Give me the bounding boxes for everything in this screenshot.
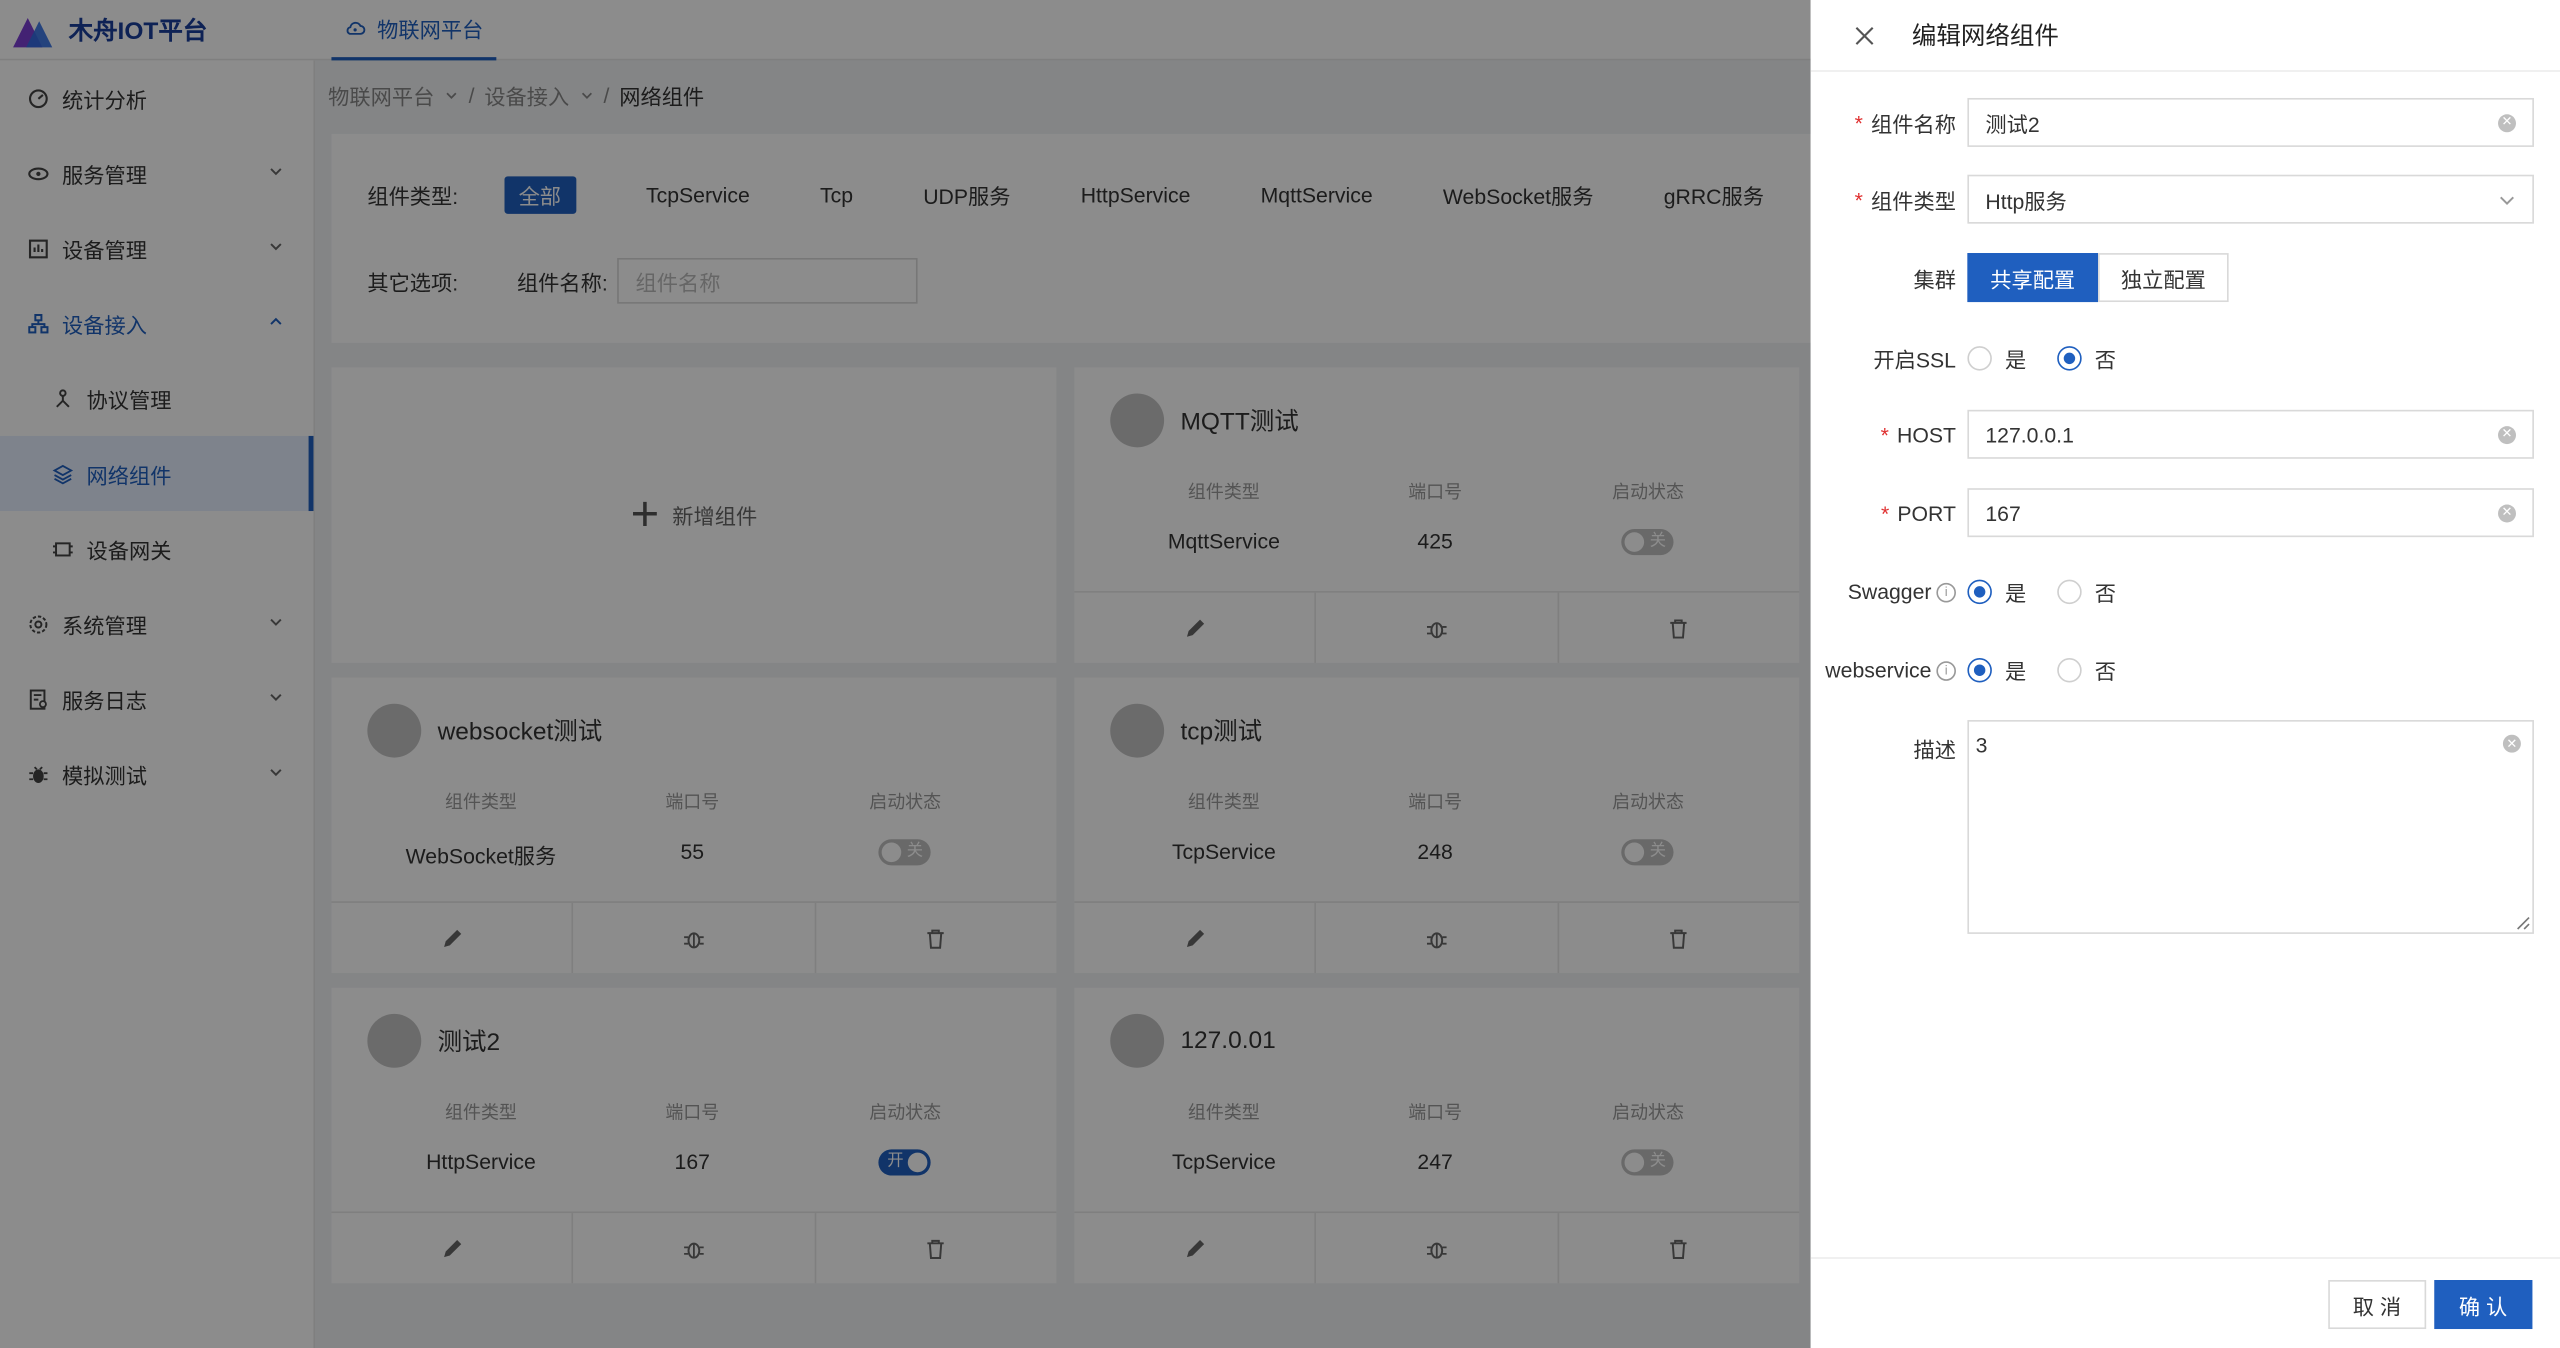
drawer-title: 编辑网络组件 xyxy=(1911,22,2059,51)
info-icon[interactable]: i xyxy=(1936,582,1956,602)
port-field-label: PORT xyxy=(1897,500,1956,525)
description-value: 3 xyxy=(1975,733,1988,758)
clear-icon[interactable]: ✕ xyxy=(2498,113,2516,132)
component-name-input[interactable]: 测试2 ✕ xyxy=(1967,97,2534,147)
cancel-button[interactable]: 取 消 xyxy=(2328,1280,2426,1330)
resize-handle-icon[interactable] xyxy=(2511,911,2531,931)
edit-drawer: 编辑网络组件 * 组件名称 测试2 ✕ * 组件类型 Http服务 集群 共享配置 … xyxy=(1810,0,2560,1348)
clear-icon[interactable]: ✕ xyxy=(2502,734,2521,753)
confirm-button[interactable]: 确 认 xyxy=(2434,1280,2532,1330)
webservice-field-label: webservice xyxy=(1825,657,1932,683)
swagger-no-radio[interactable]: 否 xyxy=(2057,576,2116,607)
component-name-value: 测试2 xyxy=(1985,111,2040,137)
cluster-field-label: 集群 xyxy=(1913,266,1956,292)
form-row-ssl: 开启SSL 是 否 xyxy=(1811,343,2560,374)
name-field-label: 组件名称 xyxy=(1871,111,1956,137)
close-icon[interactable] xyxy=(1853,24,1876,47)
component-type-select[interactable]: Http服务 xyxy=(1967,174,2534,224)
webservice-yes-radio[interactable]: 是 xyxy=(1967,655,2026,686)
radio-selected-icon xyxy=(2057,346,2082,371)
description-textarea[interactable]: 3 ✕ xyxy=(1967,720,2534,934)
form-row-cluster: 集群 共享配置 独立配置 xyxy=(1811,253,2560,303)
form-row-webservice: webservice i 是 否 xyxy=(1811,655,2560,686)
radio-icon xyxy=(1967,346,1992,371)
info-icon[interactable]: i xyxy=(1936,660,1956,681)
drawer-header: 编辑网络组件 xyxy=(1810,0,2560,72)
form-row-port: * PORT 167 ✕ xyxy=(1811,488,2560,538)
form-row-host: * HOST 127.0.0.1 ✕ xyxy=(1811,409,2560,459)
ssl-no-radio[interactable]: 否 xyxy=(2057,343,2116,374)
radio-icon xyxy=(2057,657,2082,683)
cluster-independent-option[interactable]: 独立配置 xyxy=(2098,253,2229,303)
port-value: 167 xyxy=(1985,500,2021,525)
component-type-value: Http服务 xyxy=(1985,188,2067,214)
ssl-field-label: 开启SSL xyxy=(1873,347,1956,373)
radio-label: 是 xyxy=(2004,347,2027,373)
type-field-label: 组件类型 xyxy=(1871,188,1956,214)
modal-mask[interactable] xyxy=(0,0,1811,1348)
cluster-shared-option[interactable]: 共享配置 xyxy=(1967,253,2099,303)
radio-icon xyxy=(2057,579,2082,605)
drawer-footer: 取 消 确 认 xyxy=(1810,1257,2560,1348)
radio-selected-icon xyxy=(1967,579,1992,605)
host-value: 127.0.0.1 xyxy=(1985,422,2074,447)
host-field-label: HOST xyxy=(1896,422,1956,447)
form-row-type: * 组件类型 Http服务 xyxy=(1811,174,2560,224)
radio-label: 否 xyxy=(2094,581,2117,606)
radio-label: 是 xyxy=(2004,659,2027,685)
radio-label: 否 xyxy=(2094,659,2117,685)
port-input[interactable]: 167 ✕ xyxy=(1967,488,2534,538)
swagger-field-label: Swagger xyxy=(1847,579,1932,605)
cluster-segmented: 共享配置 独立配置 xyxy=(1967,253,2229,303)
radio-selected-icon xyxy=(1967,657,1992,683)
chevron-down-icon xyxy=(2500,195,2514,205)
ssl-yes-radio[interactable]: 是 xyxy=(1967,343,2026,374)
desc-field-label: 描述 xyxy=(1913,737,1956,763)
swagger-yes-radio[interactable]: 是 xyxy=(1967,576,2026,607)
form-row-name: * 组件名称 测试2 ✕ xyxy=(1811,97,2560,147)
radio-label: 是 xyxy=(2004,581,2027,606)
radio-label: 否 xyxy=(2094,347,2117,373)
host-input[interactable]: 127.0.0.1 ✕ xyxy=(1967,409,2534,459)
clear-icon[interactable]: ✕ xyxy=(2498,503,2516,522)
webservice-no-radio[interactable]: 否 xyxy=(2057,655,2116,686)
app-root: 木舟IOT平台 物联网平台 统计分析 服务管理 设备管理 设备接入 协议管理 网… xyxy=(0,0,2560,1348)
clear-icon[interactable]: ✕ xyxy=(2498,425,2516,444)
form-row-desc: 描述 3 ✕ xyxy=(1811,720,2560,934)
form-row-swagger: Swagger i 是 否 xyxy=(1811,576,2560,607)
